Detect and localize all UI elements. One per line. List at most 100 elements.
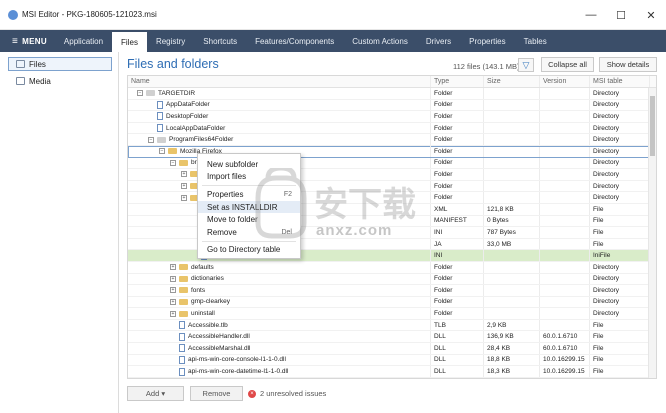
cell-msi-table: Directory (590, 122, 650, 134)
file-count: 112 files (143.1 MB) (453, 62, 520, 71)
main-menu-button[interactable]: ≡ MENU (0, 30, 55, 52)
expand-icon[interactable]: + (170, 264, 176, 271)
table-row[interactable]: AccessibleMarshal.dll DLL 28,4 KB 60.0.1.67… (128, 343, 656, 355)
cell-msi-table: File (590, 319, 650, 331)
issues-indicator[interactable]: × 2 unresolved issues (248, 389, 326, 398)
cell-version: 10.0.16299.15 (540, 366, 590, 377)
cell-version (540, 296, 590, 308)
menu-item-import-files[interactable]: Import files (198, 171, 300, 184)
tab-tables[interactable]: Tables (515, 30, 556, 52)
menu-item-go-to-directory-table[interactable]: Go to Directory table (198, 244, 300, 257)
cell-type: Folder (431, 99, 484, 111)
cell-msi-table: Directory (590, 134, 650, 145)
sidebar-item-media[interactable]: Media (0, 74, 118, 88)
menu-item-label: Set as INSTALLDIR (207, 202, 278, 212)
table-row[interactable]: AppDataFolder Folder Directory (128, 99, 656, 112)
table-row[interactable]: LocalAppDataFolder Folder Directory (128, 122, 656, 135)
cell-version (540, 169, 590, 180)
tab-registry[interactable]: Registry (147, 30, 194, 52)
cell-size (484, 122, 540, 134)
table-row[interactable]: + fonts Folder Directory (128, 285, 656, 297)
expand-icon[interactable]: + (181, 183, 187, 190)
item-name: api-ms-win-core-datetime-l1-1-0.dll (188, 368, 289, 376)
sidebar-item-label: Files (29, 59, 46, 69)
expand-icon[interactable]: + (181, 171, 187, 178)
menu-item-new-subfolder[interactable]: New subfolder (198, 158, 300, 171)
menu-item-move-to-folder[interactable]: Move to folder (198, 213, 300, 226)
cell-version (540, 145, 590, 157)
close-button[interactable]: ✕ (636, 0, 666, 30)
window-title: MSI Editor - PKG-180605-121023.msi (22, 10, 157, 19)
cell-msi-table: File (590, 366, 650, 377)
table-row[interactable]: − TARGETDIR Folder Directory (128, 88, 656, 100)
collapse-icon[interactable]: − (159, 148, 165, 155)
cell-type: Folder (431, 157, 484, 169)
sidebar-item-files[interactable]: Files (8, 57, 112, 71)
table-row[interactable]: DesktopFolder Folder Directory (128, 111, 656, 123)
expand-icon[interactable]: + (170, 310, 176, 317)
cell-type: Folder (431, 111, 484, 122)
cell-msi-table: File (590, 354, 650, 366)
menu-item-properties[interactable]: Properties F2 (198, 188, 300, 201)
cell-msi-table: Directory (590, 88, 650, 99)
minimize-button[interactable]: — (576, 0, 606, 30)
expand-icon[interactable]: + (170, 275, 176, 282)
cell-size (484, 308, 540, 319)
item-name: AccessibleHandler.dll (188, 333, 250, 341)
cell-msi-table: File (590, 331, 650, 343)
cell-type: DLL (431, 366, 484, 377)
files-icon (16, 60, 25, 68)
tab-files[interactable]: Files (112, 30, 147, 52)
table-row[interactable]: + gmp-clearkey Folder Directory (128, 296, 656, 309)
cell-version (540, 111, 590, 122)
table-row[interactable]: + dictionaries Folder Directory (128, 273, 656, 286)
folder-icon (157, 100, 163, 109)
remove-button[interactable]: Remove (190, 386, 243, 401)
folder-icon (179, 264, 188, 271)
vertical-scrollbar[interactable] (648, 88, 656, 378)
filter-button[interactable]: ▽ (518, 58, 534, 72)
collapse-icon[interactable]: − (137, 90, 143, 97)
tab-custom-actions[interactable]: Custom Actions (343, 30, 417, 52)
table-row[interactable]: + uninstall Folder Directory (128, 308, 656, 320)
tab-properties[interactable]: Properties (460, 30, 514, 52)
collapse-icon[interactable]: − (170, 159, 176, 166)
column-header-size[interactable]: Size (484, 76, 540, 87)
cell-type: Folder (431, 145, 484, 157)
cell-version (540, 180, 590, 192)
tab-features-components[interactable]: Features/Components (246, 30, 343, 52)
maximize-button[interactable]: ☐ (606, 0, 636, 30)
add-button[interactable]: Add ▾ (127, 386, 184, 401)
tab-strip: Application Files Registry Shortcuts Feature… (55, 30, 556, 52)
table-row[interactable]: − ProgramFiles64Folder Folder Directory (128, 134, 656, 146)
collapse-all-button[interactable]: Collapse all (541, 57, 594, 72)
menu-item-remove[interactable]: Remove Del (198, 226, 300, 239)
column-header-version[interactable]: Version (540, 76, 590, 87)
expand-icon[interactable]: + (181, 194, 187, 201)
table-row[interactable]: api-ms-win-core-datetime-l1-1-0.dll DLL 18… (128, 366, 656, 378)
tab-shortcuts[interactable]: Shortcuts (194, 30, 246, 52)
column-header-msi-table[interactable]: MSI table (590, 76, 650, 87)
cell-name: api-ms-win-core-datetime-l1-1-0.dll (128, 366, 431, 377)
expand-icon[interactable]: + (170, 298, 176, 305)
folder-icon (179, 298, 188, 305)
cell-type: MANIFEST (431, 215, 484, 227)
tab-application[interactable]: Application (55, 30, 112, 52)
table-row[interactable]: Accessible.tlb TLB 2,9 KB File (128, 319, 656, 332)
menu-item-set-as-installdir[interactable]: Set as INSTALLDIR (198, 200, 300, 214)
expand-icon[interactable]: + (170, 287, 176, 294)
table-row[interactable]: AccessibleHandler.dll DLL 136,9 KB 60.0.1.6… (128, 331, 656, 344)
item-name: fonts (191, 286, 206, 294)
tab-drivers[interactable]: Drivers (417, 30, 460, 52)
item-name: AppDataFolder (166, 101, 210, 109)
column-header-type[interactable]: Type (431, 76, 484, 87)
collapse-icon[interactable]: − (148, 136, 154, 143)
scrollbar-thumb[interactable] (650, 96, 655, 156)
table-row[interactable]: + defaults Folder Directory (128, 261, 656, 274)
cell-name: DesktopFolder (128, 111, 431, 122)
cell-msi-table: File (590, 238, 650, 250)
table-row[interactable]: api-ms-win-core-console-l1-1-0.dll DLL 18,… (128, 354, 656, 367)
folder-icon (179, 287, 188, 294)
column-header-name[interactable]: Name (128, 76, 431, 87)
show-details-button[interactable]: Show details (599, 57, 657, 72)
